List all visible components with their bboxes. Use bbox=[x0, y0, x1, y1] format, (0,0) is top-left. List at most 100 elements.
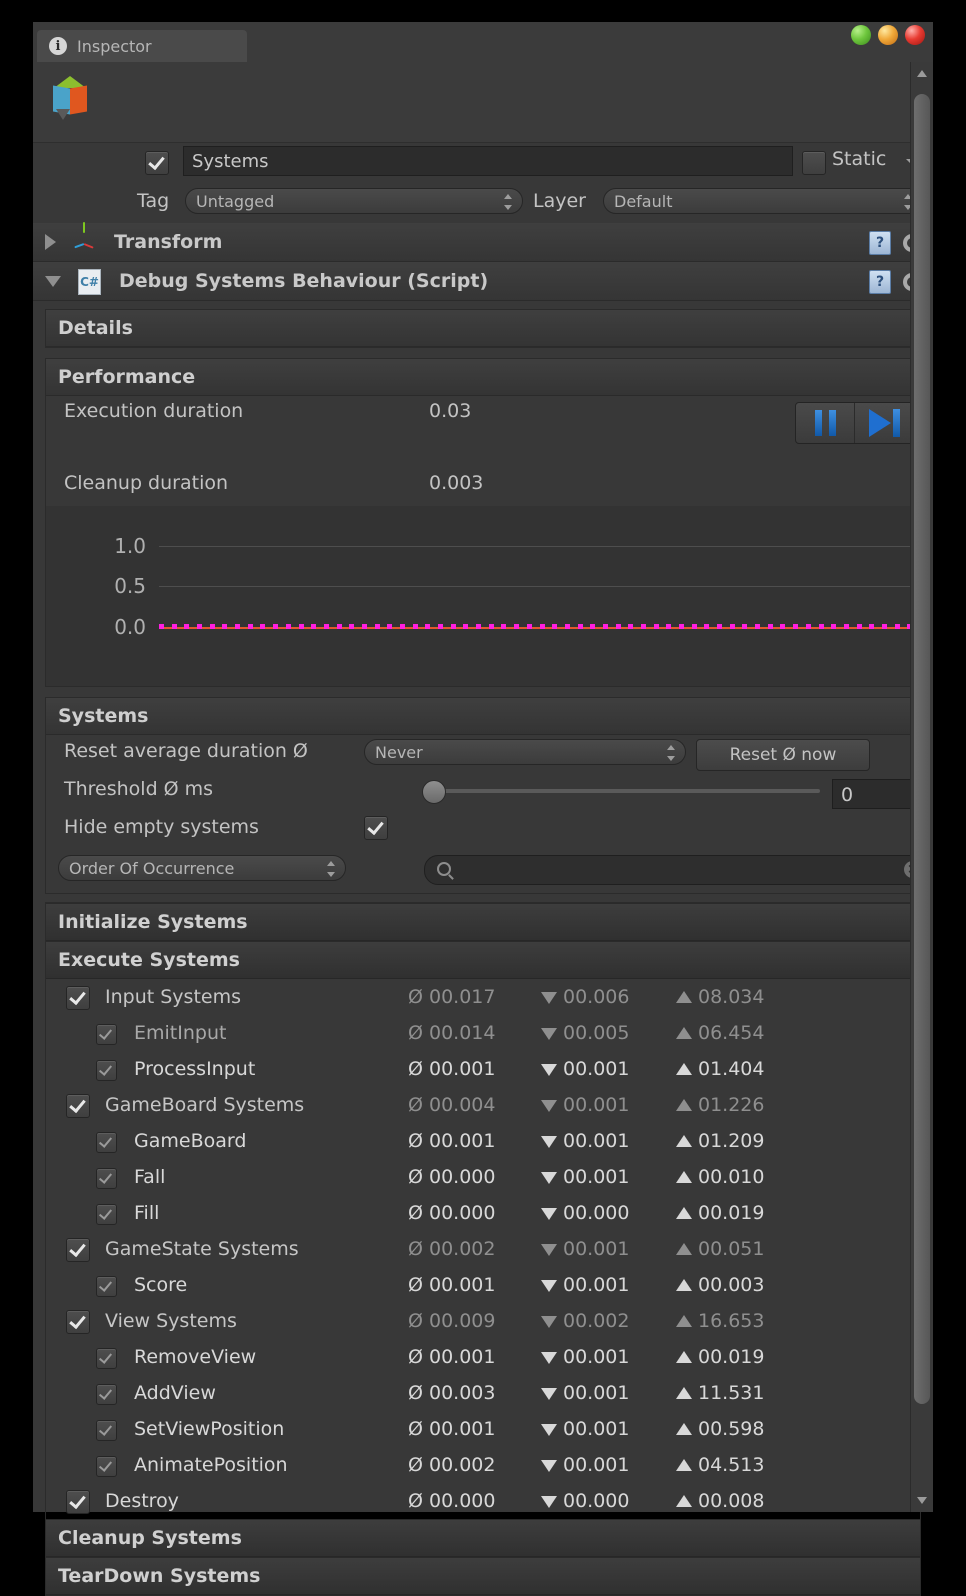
system-enabled-checkbox[interactable] bbox=[96, 1168, 117, 1189]
help-icon[interactable]: ? bbox=[869, 270, 891, 294]
table-row[interactable]: AddViewØ 00.00300.00111.531 bbox=[46, 1375, 920, 1411]
threshold-slider-track[interactable] bbox=[424, 789, 820, 793]
section-cleanup-systems[interactable]: Cleanup Systems bbox=[46, 1519, 920, 1557]
tab-inspector[interactable]: i Inspector bbox=[37, 30, 247, 62]
pause-button[interactable] bbox=[796, 403, 854, 443]
scroll-down-arrow-icon[interactable] bbox=[917, 1497, 927, 1504]
static-checkbox[interactable] bbox=[802, 151, 826, 175]
system-min-duration: 00.001 bbox=[541, 1418, 629, 1440]
chart-point bbox=[540, 624, 545, 629]
component-header-transform[interactable]: Transform ? bbox=[33, 223, 933, 262]
system-average-duration: Ø 00.017 bbox=[408, 986, 495, 1008]
table-row[interactable]: Input SystemsØ 00.01700.00608.034 bbox=[46, 979, 920, 1015]
system-enabled-checkbox[interactable] bbox=[66, 1238, 90, 1262]
table-row[interactable]: ProcessInputØ 00.00100.00101.404 bbox=[46, 1051, 920, 1087]
table-row[interactable]: SetViewPositionØ 00.00100.00100.598 bbox=[46, 1411, 920, 1447]
sort-dropdown[interactable]: Order Of Occurrence bbox=[58, 855, 346, 881]
system-enabled-checkbox[interactable] bbox=[66, 986, 90, 1010]
triangle-up-icon bbox=[676, 1243, 692, 1255]
table-row[interactable]: AnimatePositionØ 00.00200.00104.513 bbox=[46, 1447, 920, 1483]
gameobject-cube-icon bbox=[47, 76, 93, 120]
reset-average-dropdown[interactable]: Never bbox=[364, 739, 686, 765]
triangle-up-icon bbox=[676, 1279, 692, 1291]
help-icon[interactable]: ? bbox=[869, 231, 891, 255]
system-enabled-checkbox[interactable] bbox=[66, 1310, 90, 1334]
table-row[interactable]: GameBoardØ 00.00100.00101.209 bbox=[46, 1123, 920, 1159]
window-traffic-lights bbox=[851, 25, 925, 45]
system-max-duration: 00.003 bbox=[676, 1274, 764, 1296]
system-enabled-checkbox[interactable] bbox=[96, 1384, 117, 1405]
system-average-duration: Ø 00.002 bbox=[408, 1454, 495, 1476]
triangle-down-icon bbox=[541, 1424, 557, 1436]
maximize-button[interactable] bbox=[851, 25, 871, 45]
chart-point bbox=[679, 624, 684, 629]
system-enabled-checkbox[interactable] bbox=[96, 1204, 117, 1225]
component-header-debug-systems-behaviour[interactable]: C# Debug Systems Behaviour (Script) ? bbox=[33, 262, 933, 301]
layer-dropdown[interactable]: Default bbox=[603, 188, 923, 214]
chart-point bbox=[248, 624, 253, 629]
foldout-arrow-icon[interactable] bbox=[45, 276, 61, 287]
table-row[interactable]: DestroyØ 00.00000.00000.008 bbox=[46, 1483, 920, 1519]
close-button[interactable] bbox=[905, 25, 925, 45]
system-enabled-checkbox[interactable] bbox=[96, 1132, 117, 1153]
chart-point bbox=[869, 624, 874, 629]
chart-point bbox=[857, 624, 862, 629]
vertical-scrollbar[interactable] bbox=[910, 62, 933, 1512]
step-button[interactable] bbox=[854, 403, 913, 443]
table-row[interactable]: RemoveViewØ 00.00100.00100.019 bbox=[46, 1339, 920, 1375]
scrollbar-thumb[interactable] bbox=[914, 94, 930, 1404]
section-execute-systems[interactable]: Execute Systems bbox=[46, 941, 920, 979]
triangle-down-icon bbox=[541, 1064, 557, 1076]
gameobject-name-input[interactable]: Systems bbox=[183, 146, 793, 176]
updown-arrows-icon bbox=[504, 193, 513, 211]
reset-now-button[interactable]: Reset Ø now bbox=[696, 739, 870, 771]
chart-point bbox=[882, 624, 887, 629]
system-enabled-checkbox[interactable] bbox=[96, 1276, 117, 1297]
systems-settings-box: Systems Reset average duration Ø Never R… bbox=[45, 697, 921, 894]
system-name: Fill bbox=[134, 1202, 159, 1224]
reset-average-label: Reset average duration Ø bbox=[64, 740, 308, 762]
triangle-down-icon bbox=[541, 1172, 557, 1184]
system-enabled-checkbox[interactable] bbox=[96, 1420, 117, 1441]
system-enabled-checkbox[interactable] bbox=[66, 1490, 90, 1514]
transform-gizmo-icon bbox=[70, 229, 96, 255]
threshold-slider-knob[interactable] bbox=[422, 780, 446, 804]
tag-dropdown-value: Untagged bbox=[196, 192, 274, 211]
chart-point bbox=[400, 624, 405, 629]
system-min-duration: 00.005 bbox=[541, 1022, 629, 1044]
table-row[interactable]: GameState SystemsØ 00.00200.00100.051 bbox=[46, 1231, 920, 1267]
section-initialize-systems[interactable]: Initialize Systems bbox=[46, 903, 920, 941]
chart-point bbox=[387, 624, 392, 629]
system-enabled-checkbox[interactable] bbox=[96, 1024, 117, 1045]
foldout-arrow-icon[interactable] bbox=[45, 234, 56, 250]
minimize-button[interactable] bbox=[878, 25, 898, 45]
system-enabled-checkbox[interactable] bbox=[96, 1060, 117, 1081]
chart-point bbox=[413, 624, 418, 629]
table-row[interactable]: FallØ 00.00000.00100.010 bbox=[46, 1159, 920, 1195]
system-enabled-checkbox[interactable] bbox=[96, 1456, 117, 1477]
table-row[interactable]: View SystemsØ 00.00900.00216.653 bbox=[46, 1303, 920, 1339]
system-name: AddView bbox=[134, 1382, 216, 1404]
chart-point bbox=[438, 624, 443, 629]
scroll-up-arrow-icon[interactable] bbox=[917, 70, 927, 77]
table-row[interactable]: ScoreØ 00.00100.00100.003 bbox=[46, 1267, 920, 1303]
performance-rows: Execution duration 0.03 Cleanup duration… bbox=[46, 396, 920, 506]
system-min-duration: 00.001 bbox=[541, 1094, 629, 1116]
chart-series bbox=[159, 624, 920, 630]
search-input[interactable]: × bbox=[424, 855, 932, 885]
gameobject-enabled-checkbox[interactable] bbox=[145, 151, 169, 175]
system-min-duration: 00.000 bbox=[541, 1490, 629, 1512]
table-row[interactable]: FillØ 00.00000.00000.019 bbox=[46, 1195, 920, 1231]
system-enabled-checkbox[interactable] bbox=[96, 1348, 117, 1369]
table-row[interactable]: EmitInputØ 00.01400.00506.454 bbox=[46, 1015, 920, 1051]
triangle-down-icon bbox=[541, 1280, 557, 1292]
section-teardown-systems[interactable]: TearDown Systems bbox=[46, 1557, 920, 1595]
hide-empty-checkbox[interactable] bbox=[364, 816, 388, 840]
tag-dropdown[interactable]: Untagged bbox=[185, 188, 523, 214]
triangle-up-icon bbox=[676, 1315, 692, 1327]
row-value: 0.003 bbox=[429, 472, 483, 494]
row-label: Execution duration bbox=[64, 400, 243, 422]
chart-point bbox=[425, 624, 430, 629]
table-row[interactable]: GameBoard SystemsØ 00.00400.00101.226 bbox=[46, 1087, 920, 1123]
system-enabled-checkbox[interactable] bbox=[66, 1094, 90, 1118]
